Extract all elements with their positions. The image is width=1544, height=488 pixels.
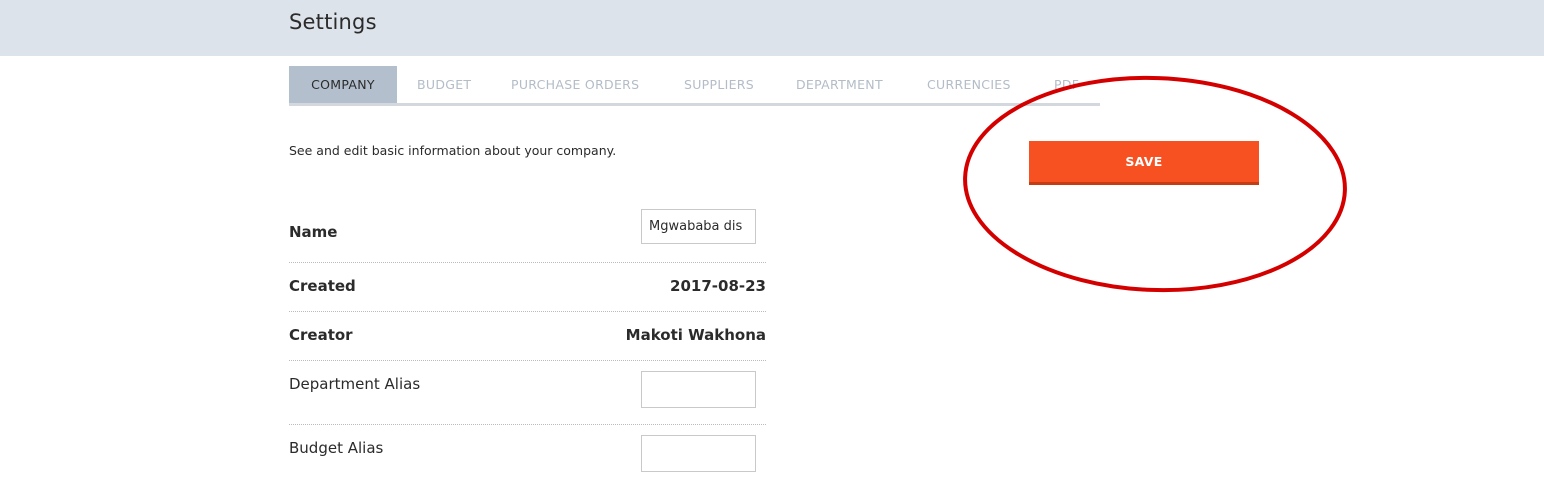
page-title: Settings	[289, 10, 377, 34]
tab-pdf[interactable]: PDF	[1054, 66, 1079, 103]
creator-label: Creator	[289, 326, 353, 344]
creator-row: Creator Makoti Wakhona	[289, 312, 766, 361]
budget-alias-label: Budget Alias	[289, 439, 384, 457]
settings-tabs: COMPANY BUDGET PURCHASE ORDERS SUPPLIERS…	[289, 66, 1100, 106]
annotation-highlight-ellipse	[963, 75, 1347, 293]
tab-currencies[interactable]: CURRENCIES	[927, 66, 1011, 103]
created-value: 2017-08-23	[670, 277, 766, 295]
department-alias-label: Department Alias	[289, 375, 421, 393]
budget-alias-row: Budget Alias	[289, 425, 766, 488]
tab-purchase-orders[interactable]: PURCHASE ORDERS	[511, 66, 639, 103]
tab-budget[interactable]: BUDGET	[417, 66, 471, 103]
created-row: Created 2017-08-23	[289, 263, 766, 312]
budget-alias-input[interactable]	[641, 435, 756, 472]
header-bar: Settings	[0, 0, 1544, 56]
save-button[interactable]: SAVE	[1029, 141, 1259, 185]
name-row: Name	[289, 200, 766, 263]
creator-value: Makoti Wakhona	[625, 326, 766, 344]
name-label: Name	[289, 223, 338, 241]
company-description: See and edit basic information about you…	[289, 143, 617, 158]
department-alias-row: Department Alias	[289, 361, 766, 425]
tab-department[interactable]: DEPARTMENT	[796, 66, 883, 103]
created-label: Created	[289, 277, 356, 295]
tab-company[interactable]: COMPANY	[289, 66, 397, 103]
department-alias-input[interactable]	[641, 371, 756, 408]
name-input[interactable]	[641, 209, 756, 244]
tab-suppliers[interactable]: SUPPLIERS	[684, 66, 754, 103]
